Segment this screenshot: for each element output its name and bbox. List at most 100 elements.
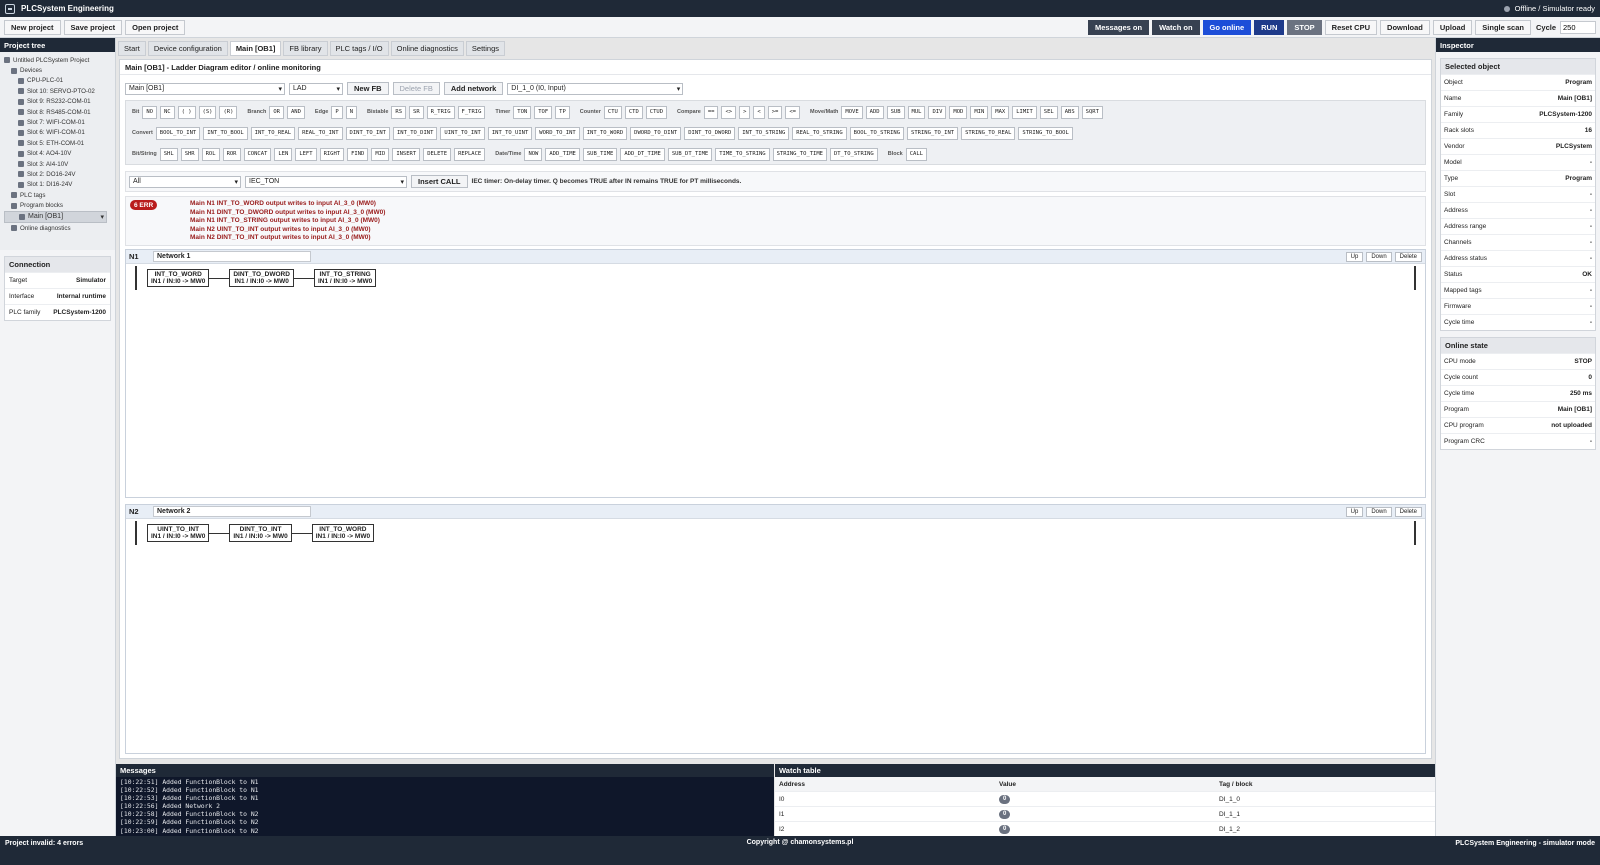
palette-instruction-button[interactable]: ADD_TIME bbox=[545, 147, 580, 161]
palette-instruction-button[interactable]: TIME_TO_STRING bbox=[715, 147, 770, 161]
palette-instruction-button[interactable]: LEFT bbox=[295, 147, 317, 161]
tree-item[interactable]: Slot 3: AI4-10V bbox=[4, 159, 111, 169]
tree-item[interactable]: Slot 1: DI16-24V bbox=[4, 180, 111, 190]
delete-fb-button[interactable]: Delete FB bbox=[392, 82, 440, 95]
tab-item[interactable]: Online diagnostics bbox=[390, 41, 464, 56]
watch-row[interactable]: I0 0 DI_1_0 bbox=[775, 792, 1435, 807]
tree-item[interactable]: Program blocks bbox=[4, 200, 111, 210]
reset-cpu-button[interactable]: Reset CPU bbox=[1324, 19, 1378, 35]
palette-instruction-button[interactable]: RS bbox=[391, 105, 407, 119]
tree-item[interactable]: PLC tags bbox=[4, 190, 111, 200]
palette-instruction-button[interactable]: BOOL_TO_INT bbox=[155, 126, 201, 140]
palette-instruction-button[interactable]: STRING_TO_REAL bbox=[961, 126, 1016, 140]
tree-item[interactable]: Untitled PLCSystem Project bbox=[4, 55, 111, 65]
palette-instruction-button[interactable]: RIGHT bbox=[319, 147, 345, 161]
palette-instruction-button[interactable]: R_TRIG bbox=[426, 105, 455, 119]
palette-instruction-button[interactable]: TON bbox=[513, 105, 532, 119]
palette-instruction-button[interactable]: INT_TO_BOOL bbox=[203, 126, 248, 140]
function-block[interactable]: INT_TO_STRING IN1 / IN:I0 -> MW0 bbox=[313, 269, 377, 287]
palette-instruction-button[interactable]: STRING_TO_BOOL bbox=[1018, 126, 1073, 140]
palette-instruction-button[interactable]: SEL bbox=[1039, 105, 1058, 119]
palette-instruction-button[interactable]: MUL bbox=[907, 105, 926, 119]
upload-button[interactable]: Upload bbox=[1432, 19, 1473, 35]
tab-item[interactable]: Start bbox=[118, 41, 146, 56]
palette-instruction-button[interactable]: REAL_TO_INT bbox=[298, 126, 343, 140]
palette-instruction-button[interactable]: DT_TO_STRING bbox=[829, 147, 878, 161]
palette-instruction-button[interactable]: MAX bbox=[991, 105, 1010, 119]
palette-instruction-button[interactable]: CTUD bbox=[645, 105, 668, 119]
palette-instruction-button[interactable]: == bbox=[703, 105, 719, 119]
category-filter-select[interactable]: All bbox=[129, 175, 241, 188]
palette-instruction-button[interactable]: DWORD_TO_DINT bbox=[630, 126, 682, 140]
tree-item[interactable]: Slot 5: ETH-COM-01 bbox=[4, 138, 111, 148]
palette-instruction-button[interactable]: SUB bbox=[886, 105, 905, 119]
function-block[interactable]: INT_TO_WORD IN1 / IN:I0 -> MW0 bbox=[311, 524, 375, 542]
palette-instruction-button[interactable]: SQRT bbox=[1081, 105, 1103, 119]
block-select[interactable]: Main [OB1] bbox=[125, 82, 285, 95]
palette-instruction-button[interactable]: <= bbox=[785, 105, 800, 119]
palette-instruction-button[interactable]: OR bbox=[269, 105, 284, 119]
save-project-button[interactable]: Save project bbox=[63, 19, 123, 35]
tree-item[interactable]: CPU-PLC-01 bbox=[4, 76, 111, 86]
palette-instruction-button[interactable]: CALL bbox=[905, 147, 927, 161]
palette-instruction-button[interactable]: (R) bbox=[219, 105, 238, 119]
new-fb-button[interactable]: New FB bbox=[347, 82, 389, 95]
palette-instruction-button[interactable]: > bbox=[739, 105, 751, 119]
insert-call-button[interactable]: Insert CALL bbox=[411, 175, 468, 188]
watch-toggle-button[interactable]: Watch on bbox=[1152, 19, 1200, 35]
function-block[interactable]: UINT_TO_INT IN1 / IN:I0 -> MW0 bbox=[147, 524, 210, 542]
palette-instruction-button[interactable]: STRING_TO_INT bbox=[907, 126, 959, 140]
network-delete-button[interactable]: Delete bbox=[1394, 251, 1422, 262]
palette-instruction-button[interactable]: NOW bbox=[524, 147, 543, 161]
function-block[interactable]: INT_TO_WORD IN1 / IN:I0 -> MW0 bbox=[147, 269, 210, 287]
palette-instruction-button[interactable]: LEN bbox=[274, 147, 293, 161]
network-up-button[interactable]: Up bbox=[1345, 251, 1364, 262]
palette-instruction-button[interactable]: INT_TO_DINT bbox=[392, 126, 438, 140]
palette-instruction-button[interactable]: F_TRIG bbox=[457, 105, 486, 119]
palette-instruction-button[interactable]: INT_TO_STRING bbox=[738, 126, 790, 140]
messages-log[interactable]: [10:22:51] Added FunctionBlock to N1 [10:… bbox=[116, 777, 774, 835]
function-block[interactable]: DINT_TO_DWORD IN1 / IN:I0 -> MW0 bbox=[229, 269, 294, 287]
palette-instruction-button[interactable]: TP bbox=[555, 105, 570, 119]
palette-instruction-button[interactable]: INT_TO_WORD bbox=[582, 126, 628, 140]
tab-item[interactable]: Main [OB1] bbox=[229, 41, 282, 56]
open-project-button[interactable]: Open project bbox=[125, 19, 186, 35]
tree-item[interactable]: Online diagnostics bbox=[4, 223, 111, 233]
network-name-input[interactable]: Network 2 bbox=[153, 506, 311, 517]
palette-instruction-button[interactable]: P bbox=[331, 105, 343, 119]
palette-instruction-button[interactable]: REPLACE bbox=[454, 147, 486, 161]
palette-instruction-button[interactable]: >= bbox=[767, 105, 783, 119]
palette-instruction-button[interactable]: ROL bbox=[201, 147, 220, 161]
palette-instruction-button[interactable]: SR bbox=[409, 105, 424, 119]
palette-instruction-button[interactable]: MOVE bbox=[841, 105, 863, 119]
tree-item[interactable]: Slot 7: WIFI-COM-01 bbox=[4, 117, 111, 127]
palette-instruction-button[interactable]: UINT_TO_INT bbox=[440, 126, 485, 140]
palette-instruction-button[interactable]: ABS bbox=[1060, 105, 1079, 119]
palette-instruction-button[interactable]: DINT_TO_INT bbox=[345, 126, 390, 140]
palette-instruction-button[interactable]: ADD bbox=[865, 105, 884, 119]
palette-instruction-button[interactable]: NC bbox=[159, 105, 175, 119]
palette-instruction-button[interactable]: CTU bbox=[603, 105, 622, 119]
palette-instruction-button[interactable]: LIMIT bbox=[1012, 105, 1037, 119]
network-n2[interactable]: N2 Network 2 Up Down Delete UINT_TO_INT IN1 / … bbox=[125, 504, 1426, 754]
tree-item[interactable]: Devices bbox=[4, 65, 111, 75]
stop-button[interactable]: STOP bbox=[1287, 19, 1322, 35]
network-delete-button[interactable]: Delete bbox=[1394, 506, 1422, 517]
palette-instruction-button[interactable]: TOF bbox=[534, 105, 553, 119]
palette-instruction-button[interactable]: DIV bbox=[928, 105, 947, 119]
palette-instruction-button[interactable]: INT_TO_REAL bbox=[250, 126, 296, 140]
palette-instruction-button[interactable]: <> bbox=[721, 105, 737, 119]
palette-instruction-button[interactable]: SHR bbox=[180, 147, 199, 161]
palette-instruction-button[interactable]: CTD bbox=[624, 105, 643, 119]
go-online-button[interactable]: Go online bbox=[1202, 19, 1252, 35]
palette-instruction-button[interactable]: ADD_DT_TIME bbox=[620, 147, 665, 161]
palette-instruction-button[interactable]: SUB_TIME bbox=[582, 147, 618, 161]
cycle-input[interactable] bbox=[1560, 20, 1596, 34]
palette-instruction-button[interactable]: MIN bbox=[970, 105, 989, 119]
tree-item[interactable]: Slot 2: DO16-24V bbox=[4, 169, 111, 179]
tree-item[interactable]: Main [OB1] bbox=[4, 210, 107, 223]
tab-item[interactable]: Settings bbox=[465, 41, 506, 56]
watch-row[interactable]: I1 0 DI_1_1 bbox=[775, 807, 1435, 822]
tab-item[interactable]: Device configuration bbox=[147, 41, 228, 56]
palette-instruction-button[interactable]: N bbox=[345, 105, 357, 119]
